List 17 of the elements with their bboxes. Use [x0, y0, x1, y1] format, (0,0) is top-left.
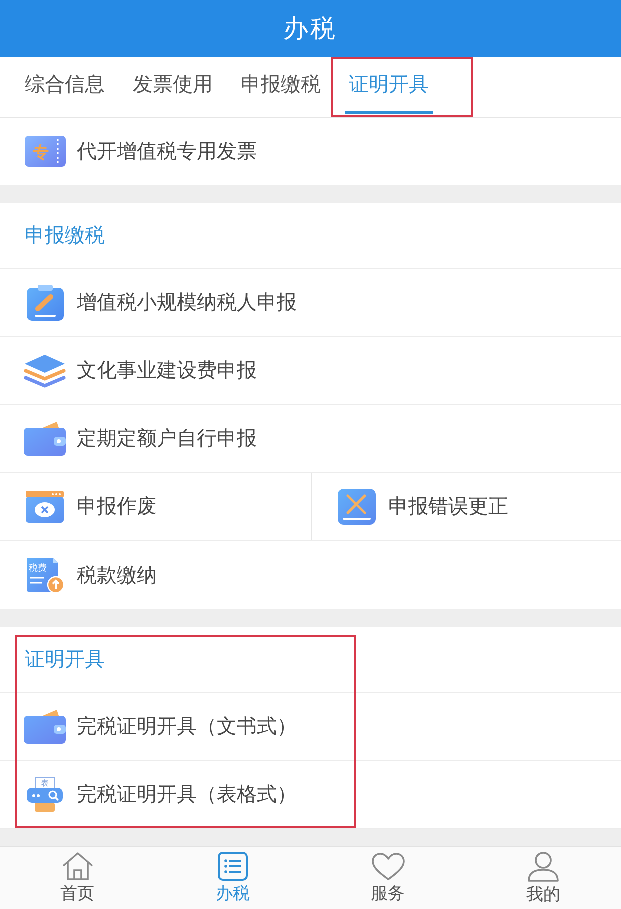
wallet-icon [24, 710, 66, 744]
clipboard-pencil-icon [26, 284, 64, 320]
person-icon [528, 852, 559, 882]
nav-item[interactable]: 我的 [520, 852, 566, 904]
ticket-icon: 专 [24, 136, 66, 167]
list-icon [218, 852, 248, 881]
home-icon [62, 852, 94, 881]
layers-icon [24, 354, 66, 388]
section-title: 证明开具 [25, 646, 105, 673]
section-title: 申报缴税 [25, 222, 105, 249]
nav-item[interactable]: 首页 [54, 852, 101, 904]
nav-item[interactable]: 服务 [365, 852, 412, 904]
heart-icon [372, 852, 405, 880]
window-close-icon [26, 490, 64, 522]
wallet-icon [24, 422, 66, 456]
square-cross-icon [338, 488, 376, 524]
page-title: 办税 [284, 13, 338, 45]
